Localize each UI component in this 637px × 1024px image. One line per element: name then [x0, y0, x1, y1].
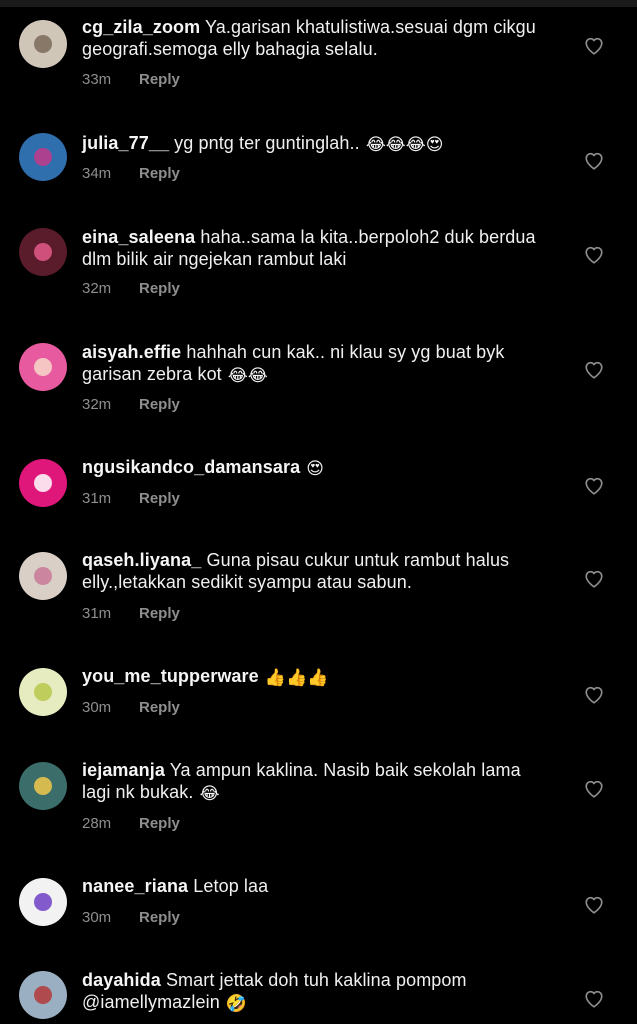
comment-emoji: 😍	[306, 459, 325, 478]
comment-body: eina_saleena haha..sama la kita..berpolo…	[82, 226, 552, 270]
reply-button[interactable]: Reply	[139, 815, 180, 832]
comment-text: Letop laa	[193, 876, 269, 896]
comment-timestamp: 32m	[82, 396, 112, 413]
avatar-image	[34, 567, 52, 585]
avatar-image	[34, 474, 52, 492]
comment-body: qaseh.liyana_ Guna pisau cukur untuk ram…	[82, 549, 552, 593]
avatar-image	[34, 35, 52, 53]
avatar[interactable]	[19, 762, 67, 810]
reply-button[interactable]: Reply	[139, 699, 180, 716]
comment-body: you_me_tupperware 👍👍👍	[82, 665, 552, 688]
avatar-image	[34, 243, 52, 261]
comment-meta: 33m Reply	[82, 71, 180, 89]
avatar-image	[34, 358, 52, 376]
comment-meta: 31m Reply	[82, 490, 180, 508]
comment-username[interactable]: qaseh.liyana_	[82, 550, 201, 570]
comment-emoji: 😂	[199, 784, 220, 803]
comment-body: iejamanja Ya ampun kaklina. Nasib baik s…	[82, 759, 552, 804]
reply-button[interactable]: Reply	[139, 71, 180, 88]
comment-emoji: 🤣	[225, 994, 248, 1013]
avatar-image	[34, 777, 52, 795]
comment-meta: 31m Reply	[82, 605, 180, 623]
avatar[interactable]	[19, 20, 67, 68]
avatar-image	[34, 893, 52, 911]
comment-body: dayahida Smart jettak doh tuh kaklina po…	[82, 969, 552, 1014]
comment-body: julia_77__ yg pntg ter guntinglah.. 😂😂😂😍	[82, 132, 552, 155]
comment-emoji: 😂😂	[227, 366, 268, 385]
avatar-image	[34, 986, 52, 1004]
comment-username[interactable]: nanee_riana	[82, 876, 188, 896]
comment-meta: 30m Reply	[82, 699, 180, 717]
heart-outline-icon[interactable]	[584, 990, 604, 1008]
comment-text: yg pntg ter guntinglah..	[174, 133, 360, 153]
comment-timestamp: 30m	[82, 909, 112, 926]
comment-meta: 28m Reply	[82, 815, 180, 833]
comment-timestamp: 32m	[82, 280, 112, 297]
comment-timestamp: 34m	[82, 165, 112, 182]
comment-username[interactable]: ngusikandco_damansara	[82, 457, 300, 477]
comment-body: ngusikandco_damansara 😍	[82, 456, 552, 479]
comment-timestamp: 31m	[82, 605, 112, 622]
avatar-image	[34, 148, 52, 166]
avatar-image	[34, 683, 52, 701]
comment-username[interactable]: cg_zila_zoom	[82, 17, 200, 37]
heart-outline-icon[interactable]	[584, 896, 604, 914]
heart-outline-icon[interactable]	[584, 686, 604, 704]
comment-meta: 32m Reply	[82, 396, 180, 414]
comment-body: cg_zila_zoom Ya.garisan khatulistiwa.ses…	[82, 16, 552, 60]
comment-body: nanee_riana Letop laa	[82, 875, 552, 897]
avatar[interactable]	[19, 971, 67, 1019]
avatar[interactable]	[19, 878, 67, 926]
comment-body: aisyah.effie hahhah cun kak.. ni klau sy…	[82, 341, 552, 386]
heart-outline-icon[interactable]	[584, 780, 604, 798]
avatar[interactable]	[19, 133, 67, 181]
comment-username[interactable]: iejamanja	[82, 760, 165, 780]
avatar[interactable]	[19, 343, 67, 391]
comment-timestamp: 31m	[82, 490, 112, 507]
reply-button[interactable]: Reply	[139, 909, 180, 926]
reply-button[interactable]: Reply	[139, 280, 180, 297]
comment-meta: 32m Reply	[82, 280, 180, 298]
comment-timestamp: 30m	[82, 699, 112, 716]
comment-timestamp: 28m	[82, 815, 112, 832]
avatar[interactable]	[19, 552, 67, 600]
avatar[interactable]	[19, 459, 67, 507]
heart-outline-icon[interactable]	[584, 477, 604, 495]
comment-timestamp: 33m	[82, 71, 112, 88]
comment-username[interactable]: julia_77__	[82, 133, 169, 153]
heart-outline-icon[interactable]	[584, 246, 604, 264]
heart-outline-icon[interactable]	[584, 570, 604, 588]
avatar[interactable]	[19, 668, 67, 716]
comment-username[interactable]: aisyah.effie	[82, 342, 181, 362]
comment-emoji: 👍👍👍	[264, 668, 329, 687]
reply-button[interactable]: Reply	[139, 396, 180, 413]
avatar[interactable]	[19, 228, 67, 276]
comment-emoji: 😂😂😂😍	[365, 135, 444, 154]
comment-meta: 34m Reply	[82, 165, 180, 183]
reply-button[interactable]: Reply	[139, 490, 180, 507]
comment-username[interactable]: eina_saleena	[82, 227, 195, 247]
heart-outline-icon[interactable]	[584, 37, 604, 55]
reply-button[interactable]: Reply	[139, 605, 180, 622]
comment-meta: 30m Reply	[82, 909, 180, 927]
heart-outline-icon[interactable]	[584, 361, 604, 379]
comment-username[interactable]: dayahida	[82, 970, 161, 990]
heart-outline-icon[interactable]	[584, 152, 604, 170]
reply-button[interactable]: Reply	[139, 165, 180, 182]
previous-content-edge	[0, 0, 637, 7]
comment-username[interactable]: you_me_tupperware	[82, 666, 259, 686]
